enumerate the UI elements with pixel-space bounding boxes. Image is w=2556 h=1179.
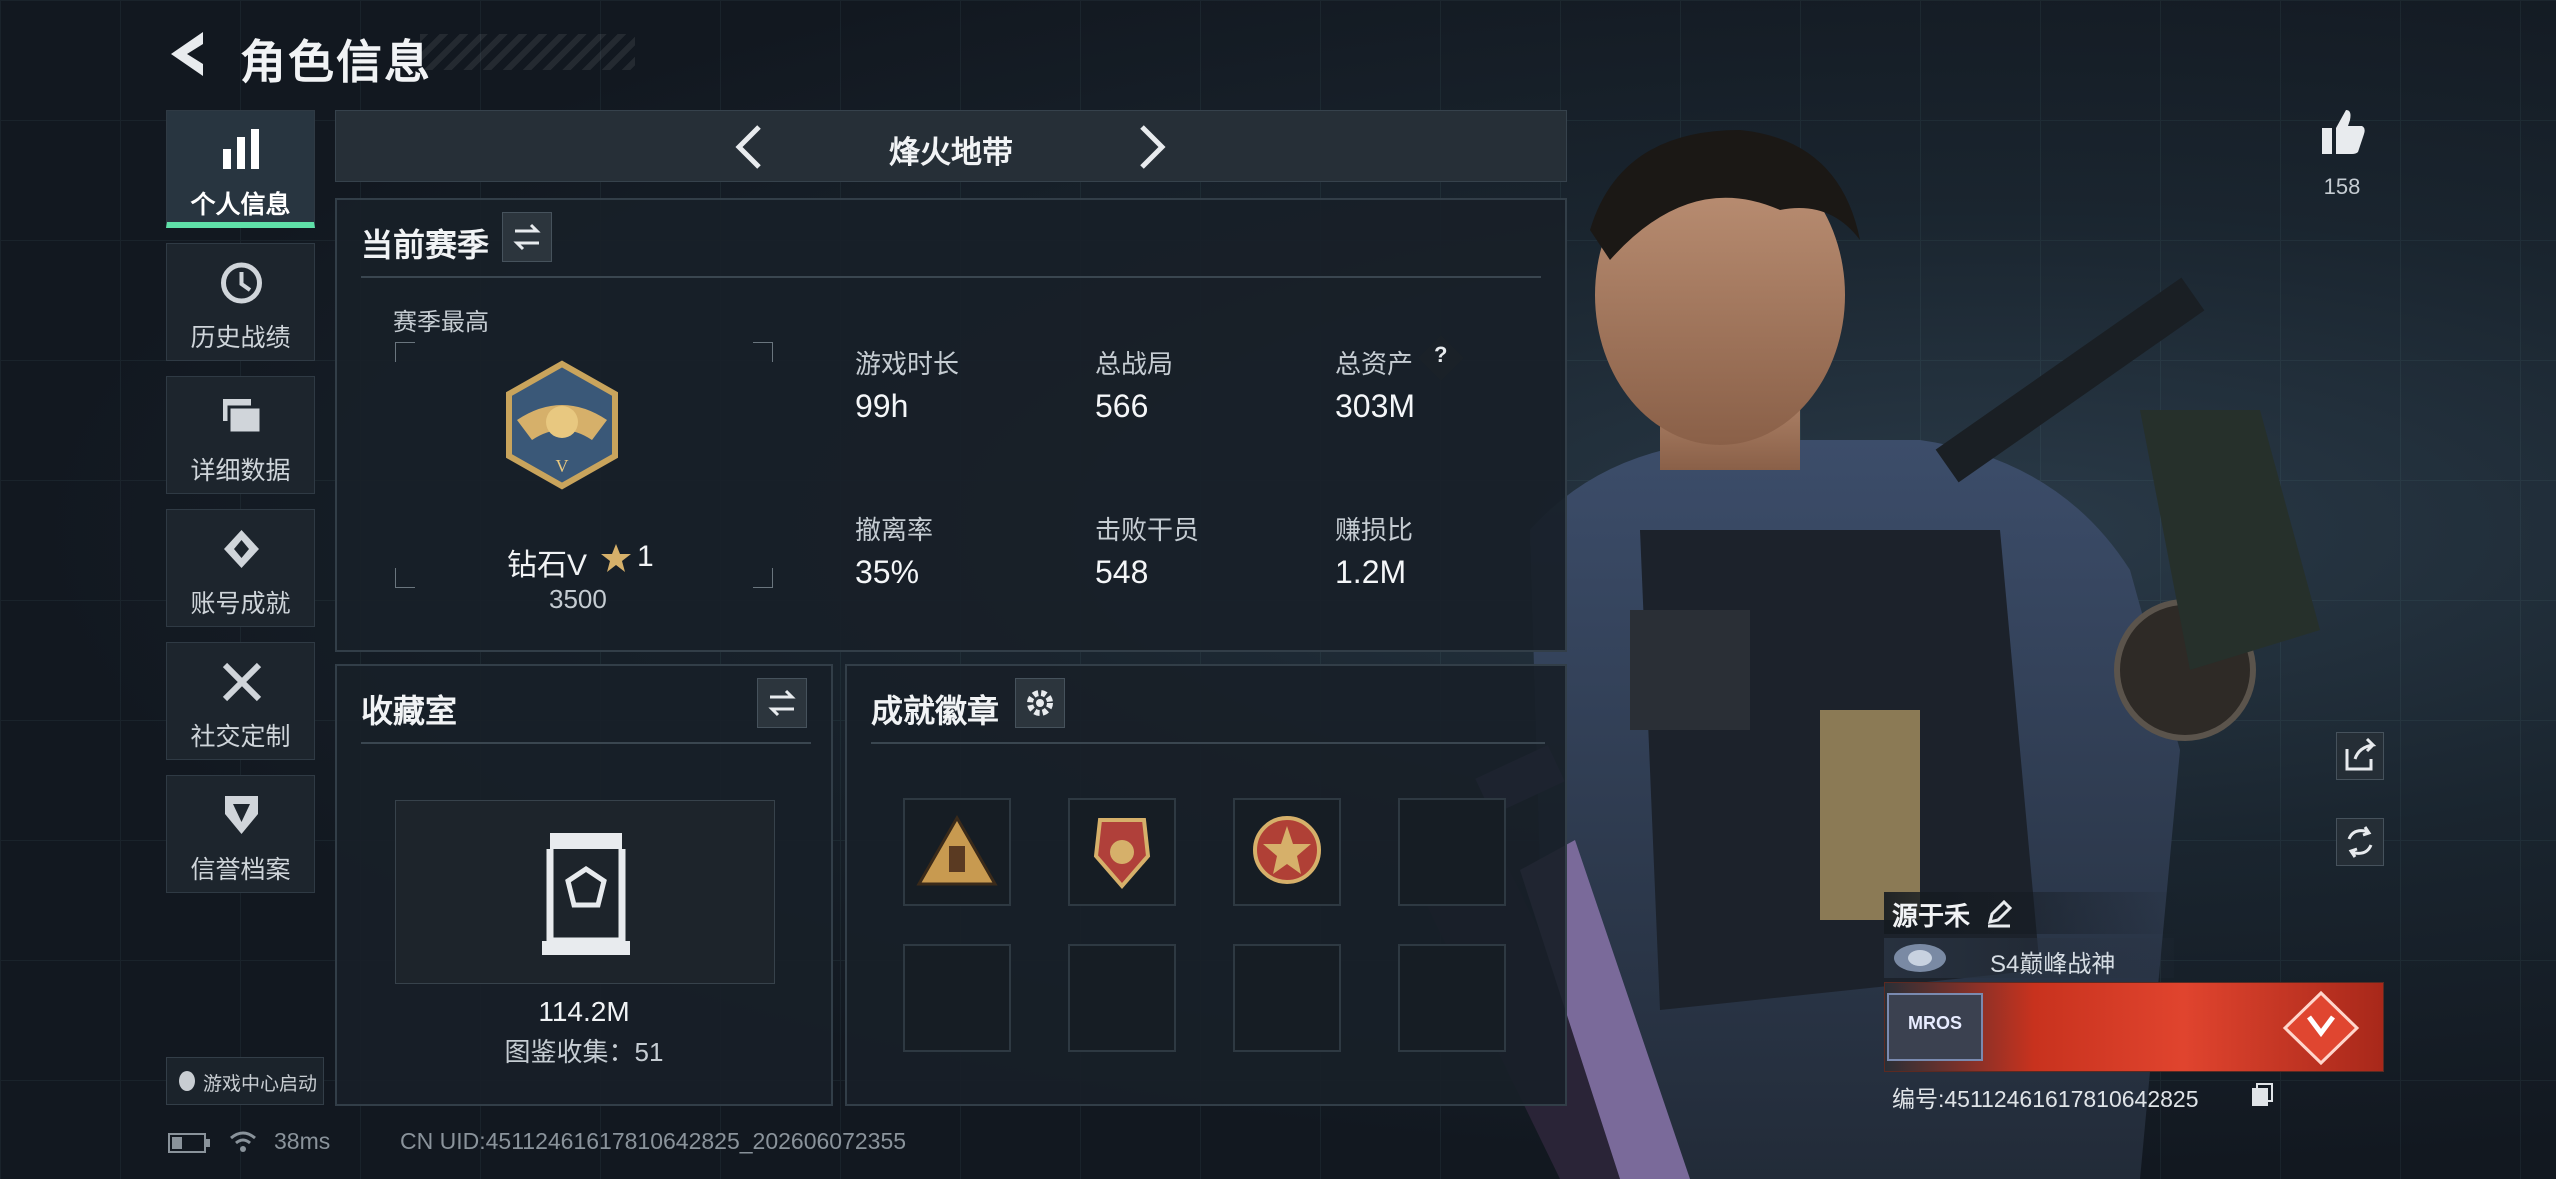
share-button[interactable]	[2336, 732, 2384, 780]
title-emblem-icon	[1894, 944, 1946, 972]
swap-season-button[interactable]	[502, 212, 552, 262]
badges-panel: 成就徽章	[845, 664, 1567, 1106]
clock-icon	[221, 262, 262, 304]
collection-title: 收藏室	[361, 693, 458, 729]
rank-stars: 1	[637, 540, 654, 573]
badge-slot-empty[interactable]	[1398, 798, 1506, 906]
stat-value: 303M	[1335, 388, 1416, 424]
stat-value: 35%	[855, 554, 920, 590]
player-name: 源于禾	[1892, 901, 1971, 931]
shield-icon	[225, 796, 258, 834]
sidebar-item-details[interactable]: 详细数据	[166, 376, 315, 494]
folders-icon	[223, 399, 263, 435]
sidebar-item-history[interactable]: 历史战绩	[166, 243, 315, 361]
stat-label: 总战局	[1095, 349, 1174, 379]
sidebar-item-social[interactable]: 社交定制	[166, 642, 315, 760]
help-icon: ?	[1434, 342, 1448, 367]
badges-title: 成就徽章	[871, 693, 1000, 729]
stat-label: 击败干员	[1095, 515, 1200, 545]
stat-value: 566	[1095, 388, 1149, 424]
star-icon	[601, 544, 631, 572]
likes-count: 158	[2323, 174, 2361, 199]
page-title: 角色信息	[240, 36, 432, 88]
swap-collection-button[interactable]	[757, 678, 807, 728]
svg-text:V: V	[556, 456, 569, 476]
sidebar-item-label: 详细数据	[190, 457, 291, 485]
collection-showcase[interactable]	[395, 800, 775, 984]
stat-label: 游戏时长	[855, 349, 960, 379]
refresh-button[interactable]	[2336, 818, 2384, 866]
stat-label: 撤离率	[855, 515, 934, 545]
back-arrow-icon[interactable]	[165, 28, 215, 80]
sidebar-item-label: 个人信息	[190, 191, 291, 219]
sidebar-item-label: 账号成就	[190, 590, 291, 618]
mode-name: 烽火地带	[889, 135, 1013, 170]
edit-pencil-icon[interactable]	[1984, 898, 2014, 928]
collection-panel: 收藏室 114.2M 图鉴收集：51	[335, 664, 833, 1106]
sidebar-item-label: 社交定制	[190, 723, 291, 751]
rank-name: 钻石V	[507, 549, 588, 582]
name-card[interactable]: MROS	[1884, 982, 2384, 1072]
trophy-case-icon	[542, 833, 630, 955]
badge-slot-empty[interactable]	[1233, 944, 1341, 1052]
refresh-icon	[2347, 826, 2373, 858]
season-panel: 当前赛季 赛季最高 V 钻石V 1 3500 游戏时长 99h 总战局 566 …	[335, 198, 1567, 652]
badge-slot[interactable]	[1068, 798, 1176, 906]
stat-value: 1.2M	[1335, 554, 1407, 590]
penguin-icon	[179, 1071, 195, 1091]
ping-value: 38ms	[274, 1128, 331, 1154]
stat-label: 赚损比	[1335, 515, 1414, 545]
stat-value: 99h	[855, 388, 909, 424]
bar-chart-icon	[223, 129, 259, 169]
achievement-icon	[224, 530, 259, 568]
launch-label: 游戏中心启动	[203, 1074, 318, 1095]
stat-value: 548	[1095, 554, 1149, 590]
player-title: S4巅峰战神	[1990, 951, 2116, 978]
badge-slot[interactable]	[903, 798, 1011, 906]
share-icon	[2345, 737, 2377, 771]
sidebar-item-achievements[interactable]: 账号成就	[166, 509, 315, 627]
chevron-right-icon[interactable]	[1136, 123, 1170, 171]
hawk-emblem-icon	[2282, 990, 2360, 1066]
sidebar-item-reputation[interactable]: 信誉档案	[166, 775, 315, 893]
badge-slot-empty[interactable]	[1068, 944, 1176, 1052]
swap-icon	[513, 223, 541, 251]
mode-selector: 烽火地带	[335, 110, 1567, 182]
gear-icon	[1027, 690, 1053, 716]
battery-icon	[168, 1133, 210, 1153]
card-logo: MROS	[1887, 993, 1983, 1061]
season-title: 当前赛季	[361, 227, 490, 263]
badge-slot-empty[interactable]	[903, 944, 1011, 1052]
diamond-rank-emblem: V	[506, 360, 618, 490]
uid-text: CN UID:451124616178106428​25_20260607235…	[400, 1128, 907, 1154]
wifi-icon	[230, 1131, 256, 1152]
thumbs-up-icon[interactable]	[2318, 106, 2366, 156]
title-decoration	[420, 34, 635, 70]
sidebar-item-label: 信誉档案	[190, 856, 291, 884]
player-id: 编号:451124616178106428​25	[1892, 1086, 2199, 1112]
sidebar-item-personal-info[interactable]: 个人信息	[166, 110, 315, 228]
badge-settings-button[interactable]	[1015, 678, 1065, 728]
game-center-launch[interactable]: 游戏中心启动	[166, 1057, 324, 1105]
badge-triangle-icon	[916, 814, 998, 886]
season-best-label: 赛季最高	[393, 309, 489, 336]
copy-icon[interactable]	[2250, 1082, 2274, 1108]
rank-score: 3500	[549, 584, 607, 614]
swap-icon	[768, 689, 796, 717]
collection-count: 图鉴收集：51	[504, 1037, 664, 1067]
badge-shield-icon	[1093, 818, 1151, 890]
badge-star-icon	[1253, 816, 1321, 884]
stat-label: 总资产	[1335, 349, 1414, 379]
badge-slot-empty[interactable]	[1398, 944, 1506, 1052]
sidebar-item-label: 历史战绩	[190, 324, 291, 352]
badge-slot[interactable]	[1233, 798, 1341, 906]
tools-icon	[222, 662, 262, 702]
collection-value: 114.2M	[538, 996, 630, 1027]
